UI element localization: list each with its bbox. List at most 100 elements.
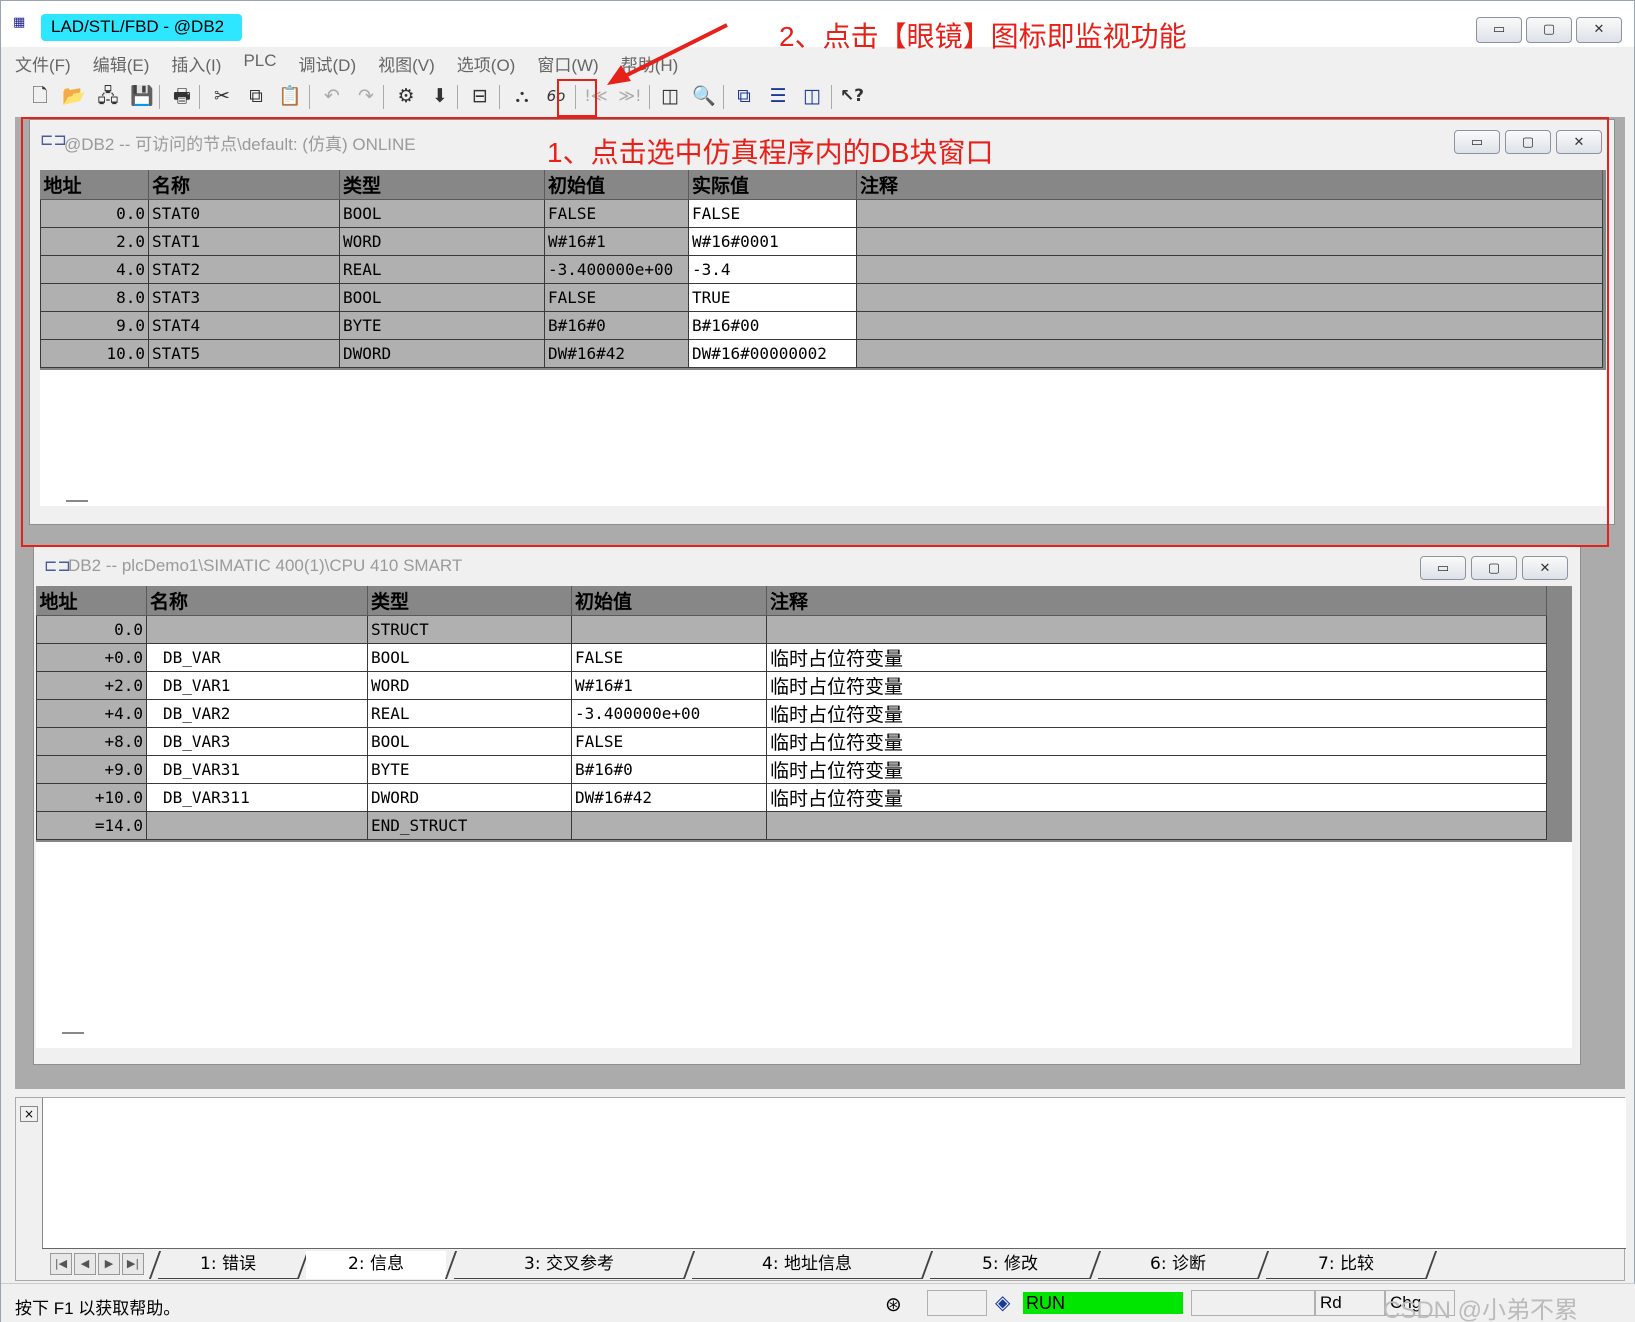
- maximize-button[interactable]: ▢: [1471, 556, 1517, 580]
- tab-diagnostics[interactable]: 6: 诊断: [1098, 1251, 1258, 1279]
- table-row[interactable]: +9.0 DB_VAR31 BYTE B#16#0 临时占位符变量: [36, 754, 1547, 784]
- column-header-comment[interactable]: 注释: [766, 586, 1547, 616]
- cell-comment[interactable]: [766, 810, 1547, 840]
- column-header-type[interactable]: 类型: [367, 586, 572, 616]
- column-header-initial-value[interactable]: 初始值: [571, 586, 767, 616]
- annotation-step2: 2、点击【眼镜】图标即监视功能: [779, 21, 1187, 52]
- cell-comment[interactable]: 临时占位符变量: [766, 670, 1547, 700]
- cell-initial-value[interactable]: [571, 810, 767, 840]
- cell-type[interactable]: END_STRUCT: [367, 810, 572, 840]
- cell-initial-value[interactable]: B#16#0: [571, 754, 767, 784]
- output-close-icon[interactable]: ×: [20, 1106, 38, 1122]
- cell-comment[interactable]: [766, 614, 1547, 644]
- cell-initial-value[interactable]: -3.400000e+00: [571, 698, 767, 728]
- column-header-name[interactable]: 名称: [146, 586, 368, 616]
- column-header-address[interactable]: 地址: [36, 586, 147, 616]
- cascade-icon[interactable]: ⧉: [729, 81, 759, 111]
- table-row[interactable]: +8.0 DB_VAR3 BOOL FALSE 临时占位符变量: [36, 726, 1547, 756]
- cell-name[interactable]: [146, 614, 368, 644]
- save-icon[interactable]: 💾: [127, 81, 157, 111]
- undo-icon[interactable]: ↶: [317, 81, 347, 111]
- table-row-end-struct[interactable]: =14.0 END_STRUCT: [36, 810, 1547, 840]
- menu-window[interactable]: 窗口(W): [537, 49, 598, 77]
- offline-db-window[interactable]: ⊏⊐ DB2 -- plcDemo1\SIMATIC 400(1)\CPU 41…: [33, 545, 1581, 1065]
- cell-comment[interactable]: 临时占位符变量: [766, 726, 1547, 756]
- menu-insert[interactable]: 插入(I): [171, 49, 221, 77]
- cell-name[interactable]: DB_VAR2: [146, 698, 368, 728]
- table-row[interactable]: +10.0 DB_VAR311 DWORD DW#16#42 临时占位符变量: [36, 782, 1547, 812]
- close-button[interactable]: ✕: [1522, 556, 1568, 580]
- menu-debug[interactable]: 调试(D): [299, 49, 357, 77]
- output-pane[interactable]: [42, 1098, 1626, 1248]
- new-icon[interactable]: 🗋: [25, 81, 55, 111]
- cell-name[interactable]: DB_VAR3: [146, 726, 368, 756]
- download-icon[interactable]: ⬇: [425, 81, 455, 111]
- maximize-button[interactable]: ▢: [1526, 17, 1572, 43]
- cell-name[interactable]: [146, 810, 368, 840]
- cell-name[interactable]: DB_VAR: [146, 642, 368, 672]
- toolbar-separator: [831, 85, 832, 109]
- tab-prev-button[interactable]: ◀: [74, 1253, 96, 1275]
- tab-address-info[interactable]: 4: 地址信息: [692, 1251, 922, 1279]
- cell-type[interactable]: STRUCT: [367, 614, 572, 644]
- table-row[interactable]: +4.0 DB_VAR2 REAL -3.400000e+00 临时占位符变量: [36, 698, 1547, 728]
- cell-name[interactable]: DB_VAR1: [146, 670, 368, 700]
- minimize-button[interactable]: ▭: [1476, 17, 1522, 43]
- cell-type[interactable]: BOOL: [367, 642, 572, 672]
- cell-initial-value[interactable]: FALSE: [571, 642, 767, 672]
- cell-initial-value[interactable]: [571, 614, 767, 644]
- menu-view[interactable]: 视图(V): [378, 49, 435, 77]
- tab-last-button[interactable]: ▶|: [122, 1253, 144, 1275]
- cell-initial-value[interactable]: DW#16#42: [571, 782, 767, 812]
- cell-initial-value[interactable]: FALSE: [571, 726, 767, 756]
- redo-icon[interactable]: ↷: [351, 81, 381, 111]
- tab-compare[interactable]: 7: 比较: [1266, 1251, 1426, 1279]
- tab-info[interactable]: 2: 信息: [306, 1251, 446, 1279]
- tab-first-button[interactable]: |◀: [50, 1253, 72, 1275]
- tab-modify[interactable]: 5: 修改: [930, 1251, 1090, 1279]
- table-row-struct[interactable]: 0.0 STRUCT: [36, 614, 1547, 644]
- cell-comment[interactable]: 临时占位符变量: [766, 698, 1547, 728]
- menu-options[interactable]: 选项(O): [457, 49, 516, 77]
- output-window: × |◀ ◀ ▶ ▶| 1: 错误 2: 信息 3: 交叉参考 4: 地址信息 …: [15, 1097, 1626, 1281]
- open-icon[interactable]: 📂: [59, 81, 89, 111]
- lad-app-icon: ▦: [13, 15, 26, 30]
- cell-comment[interactable]: 临时占位符变量: [766, 642, 1547, 672]
- tab-next-button[interactable]: ▶: [98, 1253, 120, 1275]
- paste-icon[interactable]: 📋: [275, 81, 305, 111]
- cell-name[interactable]: DB_VAR311: [146, 782, 368, 812]
- cell-type[interactable]: BYTE: [367, 754, 572, 784]
- accessible-nodes-icon[interactable]: 🖧: [93, 81, 123, 111]
- cell-type[interactable]: DWORD: [367, 782, 572, 812]
- cell-type[interactable]: BOOL: [367, 726, 572, 756]
- tab-errors[interactable]: 1: 错误: [158, 1251, 298, 1279]
- copy-icon[interactable]: ⧉: [241, 81, 271, 111]
- menu-plc[interactable]: PLC: [243, 49, 276, 77]
- minimize-button[interactable]: ▭: [1420, 556, 1466, 580]
- cell-name[interactable]: DB_VAR31: [146, 754, 368, 784]
- overview-icon[interactable]: ⊟: [465, 81, 495, 111]
- horizontal-scroll-marker[interactable]: [62, 1032, 84, 1034]
- cell-initial-value[interactable]: W#16#1: [571, 670, 767, 700]
- tile-horizontal-icon[interactable]: ☰: [763, 81, 793, 111]
- toolbar-separator: [309, 85, 310, 109]
- tile-vertical-icon[interactable]: ◫: [797, 81, 827, 111]
- cell-type[interactable]: REAL: [367, 698, 572, 728]
- print-icon[interactable]: 🖶: [167, 81, 197, 111]
- tab-cross-reference[interactable]: 3: 交叉参考: [454, 1251, 684, 1279]
- close-button[interactable]: ✕: [1576, 17, 1622, 43]
- table-row[interactable]: +2.0 DB_VAR1 WORD W#16#1 临时占位符变量: [36, 670, 1547, 700]
- cut-icon[interactable]: ✂: [207, 81, 237, 111]
- status-bar: 按下 F1 以获取帮助。 ⊛ ◈ RUN Rd Chg CSDN @小弟不累: [1, 1283, 1635, 1322]
- cell-comment[interactable]: 临时占位符变量: [766, 782, 1547, 812]
- compile-icon[interactable]: ⚙: [391, 81, 421, 111]
- menu-edit[interactable]: 编辑(E): [93, 49, 150, 77]
- network-status-icon: ⊛: [885, 1294, 902, 1316]
- cell-comment[interactable]: 临时占位符变量: [766, 754, 1547, 784]
- offline-db-table[interactable]: 地址 名称 类型 初始值 注释 0.0 STRUCT +0.0 DB_VAR B…: [36, 586, 1547, 840]
- help-pointer-icon[interactable]: ↖?: [837, 81, 867, 111]
- table-row[interactable]: +0.0 DB_VAR BOOL FALSE 临时占位符变量: [36, 642, 1547, 672]
- menu-file[interactable]: 文件(F): [15, 49, 71, 77]
- network-icon[interactable]: ⛬: [507, 81, 537, 111]
- cell-type[interactable]: WORD: [367, 670, 572, 700]
